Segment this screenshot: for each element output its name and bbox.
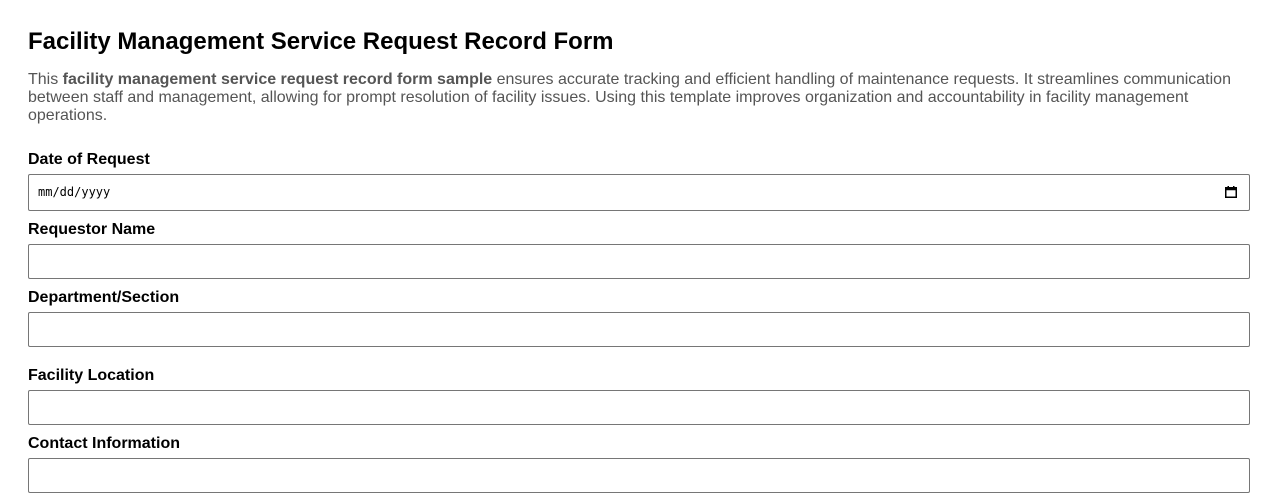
facility-location-input[interactable] (28, 390, 1250, 425)
date-placeholder: mm/dd/yyyy (38, 185, 111, 199)
form-description: This facility management service request… (28, 71, 1250, 125)
calendar-icon[interactable] (1225, 186, 1237, 198)
date-of-request-input[interactable]: mm/dd/yyyy (28, 174, 1250, 211)
department-section-label: Department/Section (28, 289, 180, 306)
contact-information-label: Contact Information (28, 435, 180, 452)
contact-information-input[interactable] (28, 458, 1250, 493)
description-prefix: This (28, 71, 63, 88)
requestor-name-input[interactable] (28, 244, 1250, 279)
facility-location-label: Facility Location (28, 367, 155, 384)
description-emphasis: facility management service request reco… (62, 71, 493, 88)
date-of-request-label: Date of Request (28, 151, 150, 168)
requestor-name-label: Requestor Name (28, 221, 156, 238)
page-title: Facility Management Service Request Reco… (28, 28, 614, 55)
department-section-input[interactable] (28, 312, 1250, 347)
